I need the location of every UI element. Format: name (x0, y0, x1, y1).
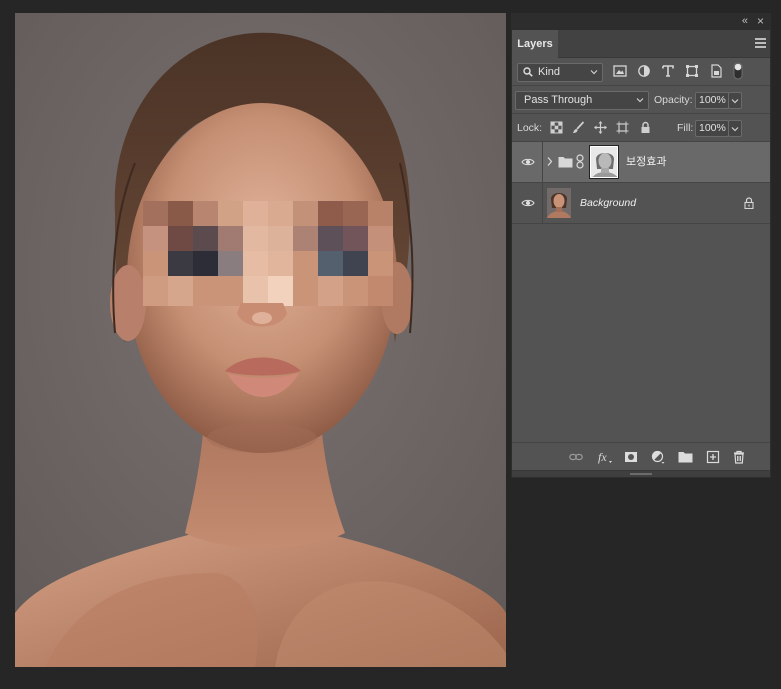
lock-position-icon[interactable] (594, 121, 607, 134)
lock-icon (744, 197, 754, 209)
layer-row-background[interactable]: Background (512, 183, 770, 224)
adjustment-filter-icon[interactable] (637, 64, 651, 78)
add-mask-icon[interactable] (624, 450, 638, 464)
opacity-label: Opacity: (654, 94, 693, 106)
filter-row: Kind (512, 58, 770, 86)
link-layers-icon[interactable] (569, 450, 583, 464)
image-filter-icon[interactable] (613, 64, 627, 78)
tab-layers[interactable]: Layers (512, 30, 558, 58)
trash-icon[interactable] (732, 450, 746, 464)
chain-link-icon[interactable] (576, 154, 584, 169)
layer-thumbnail[interactable] (547, 188, 571, 218)
fill-dropdown[interactable] (728, 120, 742, 137)
blend-row: Pass Through Opacity: 100% (512, 86, 770, 114)
opacity-dropdown[interactable] (728, 92, 742, 109)
shape-filter-icon[interactable] (685, 64, 699, 78)
portrait-photo (15, 13, 506, 667)
lock-artboard-icon[interactable] (616, 121, 629, 134)
fx-icon[interactable]: fx (597, 450, 613, 464)
fill-input[interactable]: 100% (695, 120, 729, 137)
folder-icon (558, 157, 573, 168)
chevron-down-icon (731, 127, 739, 132)
layer-separator (542, 142, 543, 183)
layer-mask-thumbnail[interactable] (589, 145, 619, 179)
new-group-icon[interactable] (678, 450, 693, 464)
panel-tab-bar: Layers (512, 30, 770, 58)
chevron-down-icon (636, 98, 644, 103)
close-icon[interactable]: × (757, 15, 764, 27)
lock-label: Lock: (517, 122, 543, 134)
panel-menu-icon[interactable] (755, 38, 766, 48)
document-canvas[interactable] (15, 13, 506, 667)
double-chevron-left-icon[interactable]: « (742, 16, 748, 27)
opacity-input[interactable]: 100% (695, 92, 729, 109)
panel-footer-toolbar: fx (512, 442, 770, 470)
eye-icon[interactable] (521, 198, 535, 208)
lock-row: Lock: Fill: 100% (512, 114, 770, 142)
chevron-right-icon[interactable] (546, 156, 553, 167)
blend-mode-value: Pass Through (524, 94, 593, 106)
layer-name[interactable]: 보정효과 (626, 155, 666, 169)
type-filter-icon[interactable] (661, 64, 675, 78)
panel-resize-grip[interactable] (512, 470, 770, 477)
lock-transparent-icon[interactable] (550, 121, 563, 134)
chevron-down-icon (731, 99, 739, 104)
filter-kind-label: Kind (538, 66, 561, 78)
new-layer-icon[interactable] (706, 450, 720, 464)
lock-all-icon[interactable] (639, 121, 652, 134)
eye-icon[interactable] (521, 157, 535, 167)
layers-panel: « × Layers Kind Pass Through Opacity: 10… (511, 13, 771, 478)
layer-row-group[interactable]: 보정효과 (512, 142, 770, 183)
new-adjustment-icon[interactable] (651, 450, 665, 464)
mosaic-eye-region (143, 201, 393, 306)
filter-kind-select[interactable]: Kind (517, 63, 603, 82)
filter-toggle-icon[interactable] (733, 62, 743, 80)
layer-name[interactable]: Background (580, 196, 636, 210)
layer-separator (542, 183, 543, 224)
smart-object-filter-icon[interactable] (709, 64, 723, 78)
fill-label: Fill: (677, 122, 694, 134)
panel-title-bar: « × (512, 14, 770, 30)
blend-mode-select[interactable]: Pass Through (515, 91, 649, 110)
lock-paint-icon[interactable] (572, 121, 585, 134)
search-icon (523, 67, 533, 77)
chevron-down-icon (590, 70, 598, 75)
workspace: « × Layers Kind Pass Through Opacity: 10… (0, 0, 781, 689)
svg-text:fx: fx (598, 450, 607, 464)
